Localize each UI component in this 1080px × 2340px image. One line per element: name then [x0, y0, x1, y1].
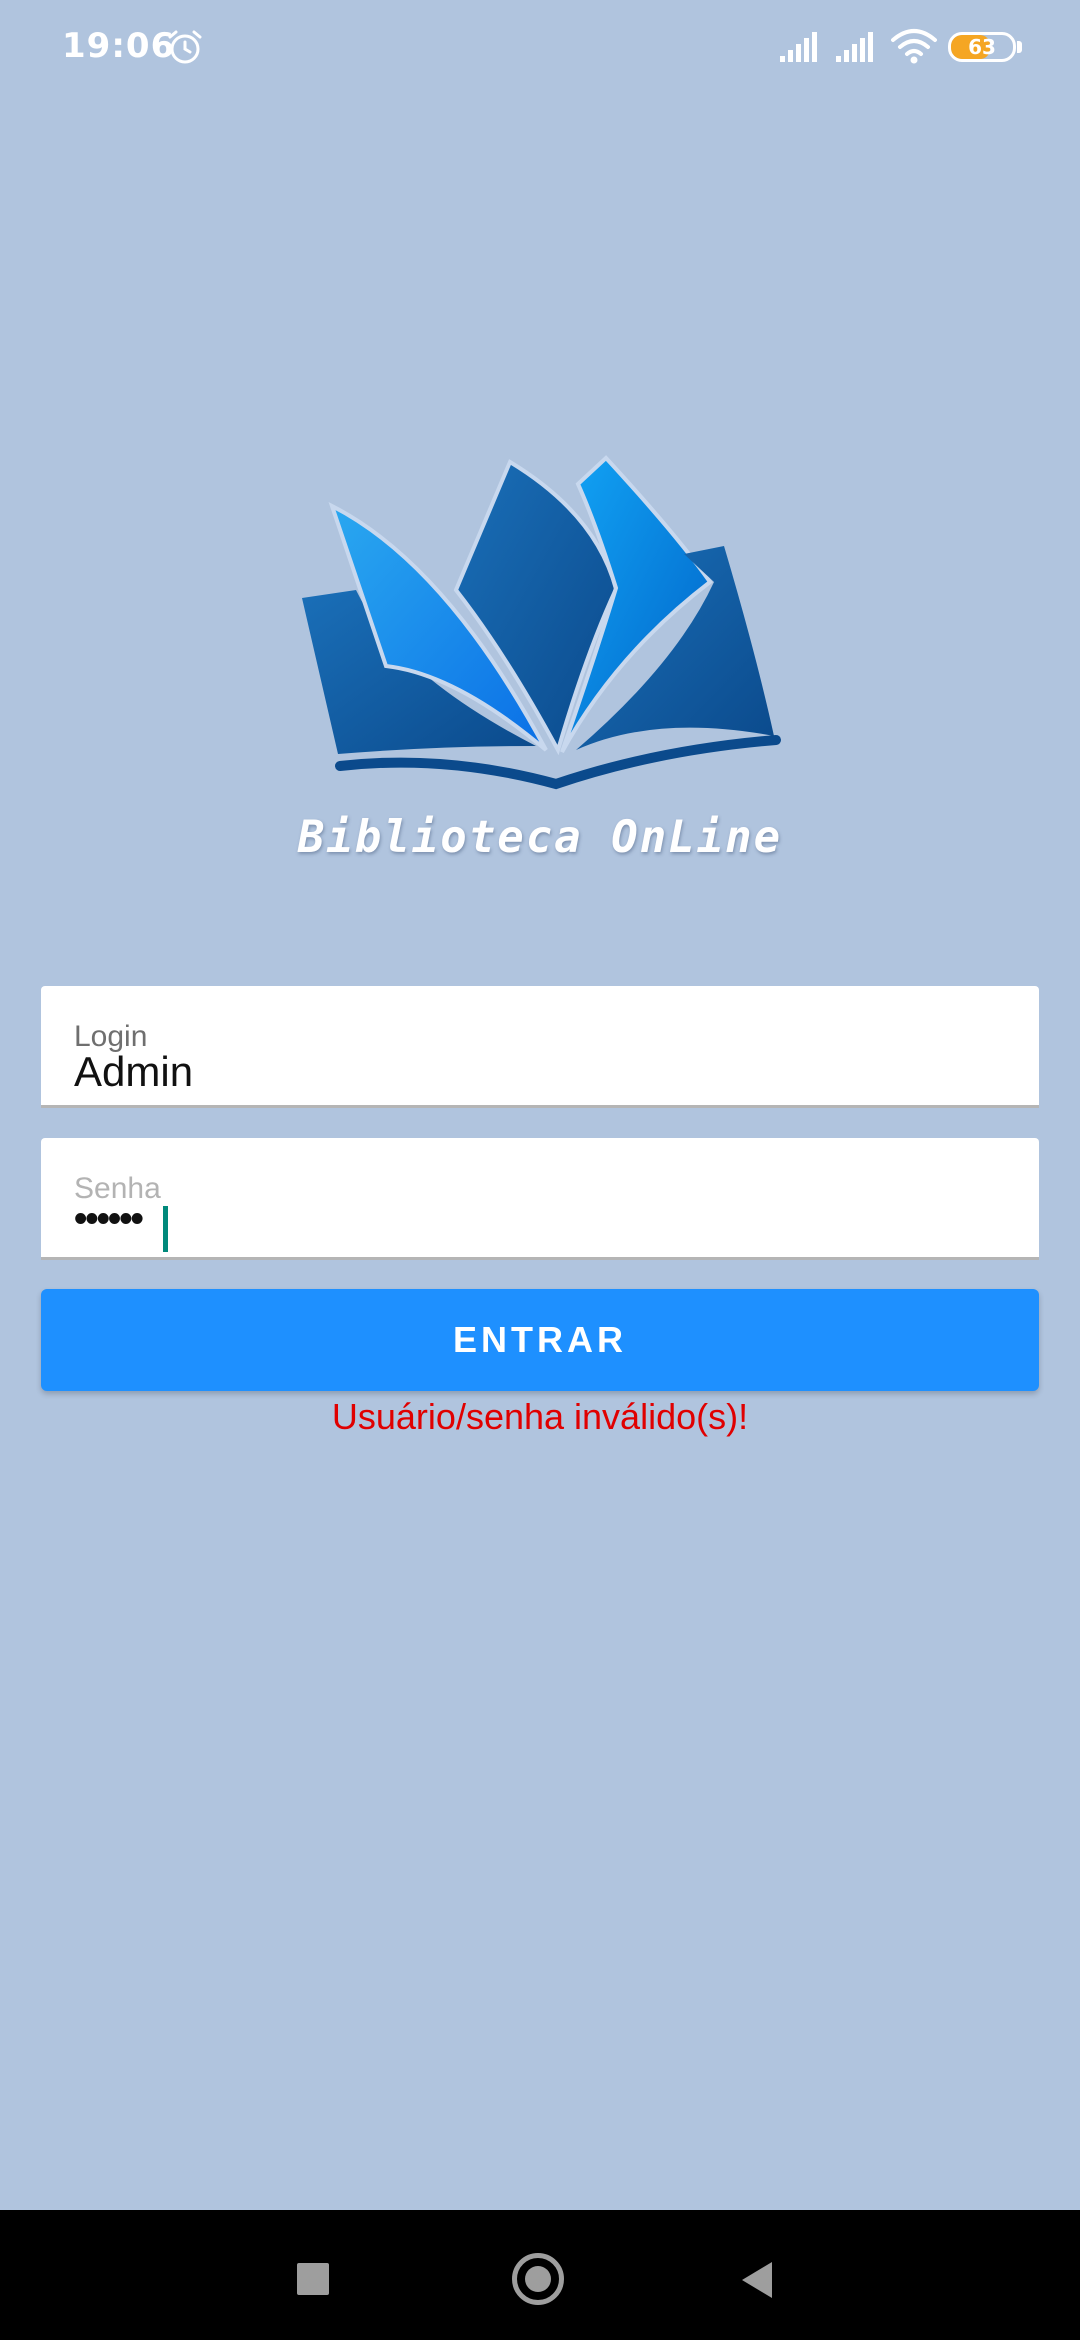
error-message: Usuário/senha inválido(s)!	[331, 1396, 749, 1437]
home-icon[interactable]	[512, 2253, 564, 2305]
navigation-bar	[0, 2210, 1080, 2340]
battery-icon: 63	[948, 32, 1016, 62]
password-value: ••••••	[74, 1198, 144, 1240]
status-bar: 19:06 63	[0, 0, 1080, 96]
signal-icon	[836, 32, 873, 62]
logo-text: Biblioteca OnLine	[297, 812, 783, 863]
recents-icon[interactable]	[297, 2263, 329, 2295]
battery-tip	[1017, 41, 1022, 53]
home-icon-inner	[525, 2266, 551, 2292]
signal-icon	[780, 32, 817, 62]
password-underline	[41, 1257, 1039, 1260]
alarm-icon	[168, 30, 202, 64]
back-icon[interactable]	[738, 2260, 776, 2300]
login-field[interactable]: Login Admin	[41, 986, 1039, 1108]
text-cursor	[163, 1206, 168, 1252]
password-field[interactable]: Senha ••••••	[41, 1138, 1039, 1260]
login-underline	[41, 1105, 1039, 1108]
battery-level: 63	[968, 35, 996, 59]
status-time: 19:06	[62, 26, 176, 66]
login-button[interactable]: ENTRAR	[41, 1289, 1039, 1391]
open-book-icon	[302, 455, 781, 790]
login-value: Admin	[74, 1048, 194, 1095]
wifi-icon	[891, 29, 937, 64]
